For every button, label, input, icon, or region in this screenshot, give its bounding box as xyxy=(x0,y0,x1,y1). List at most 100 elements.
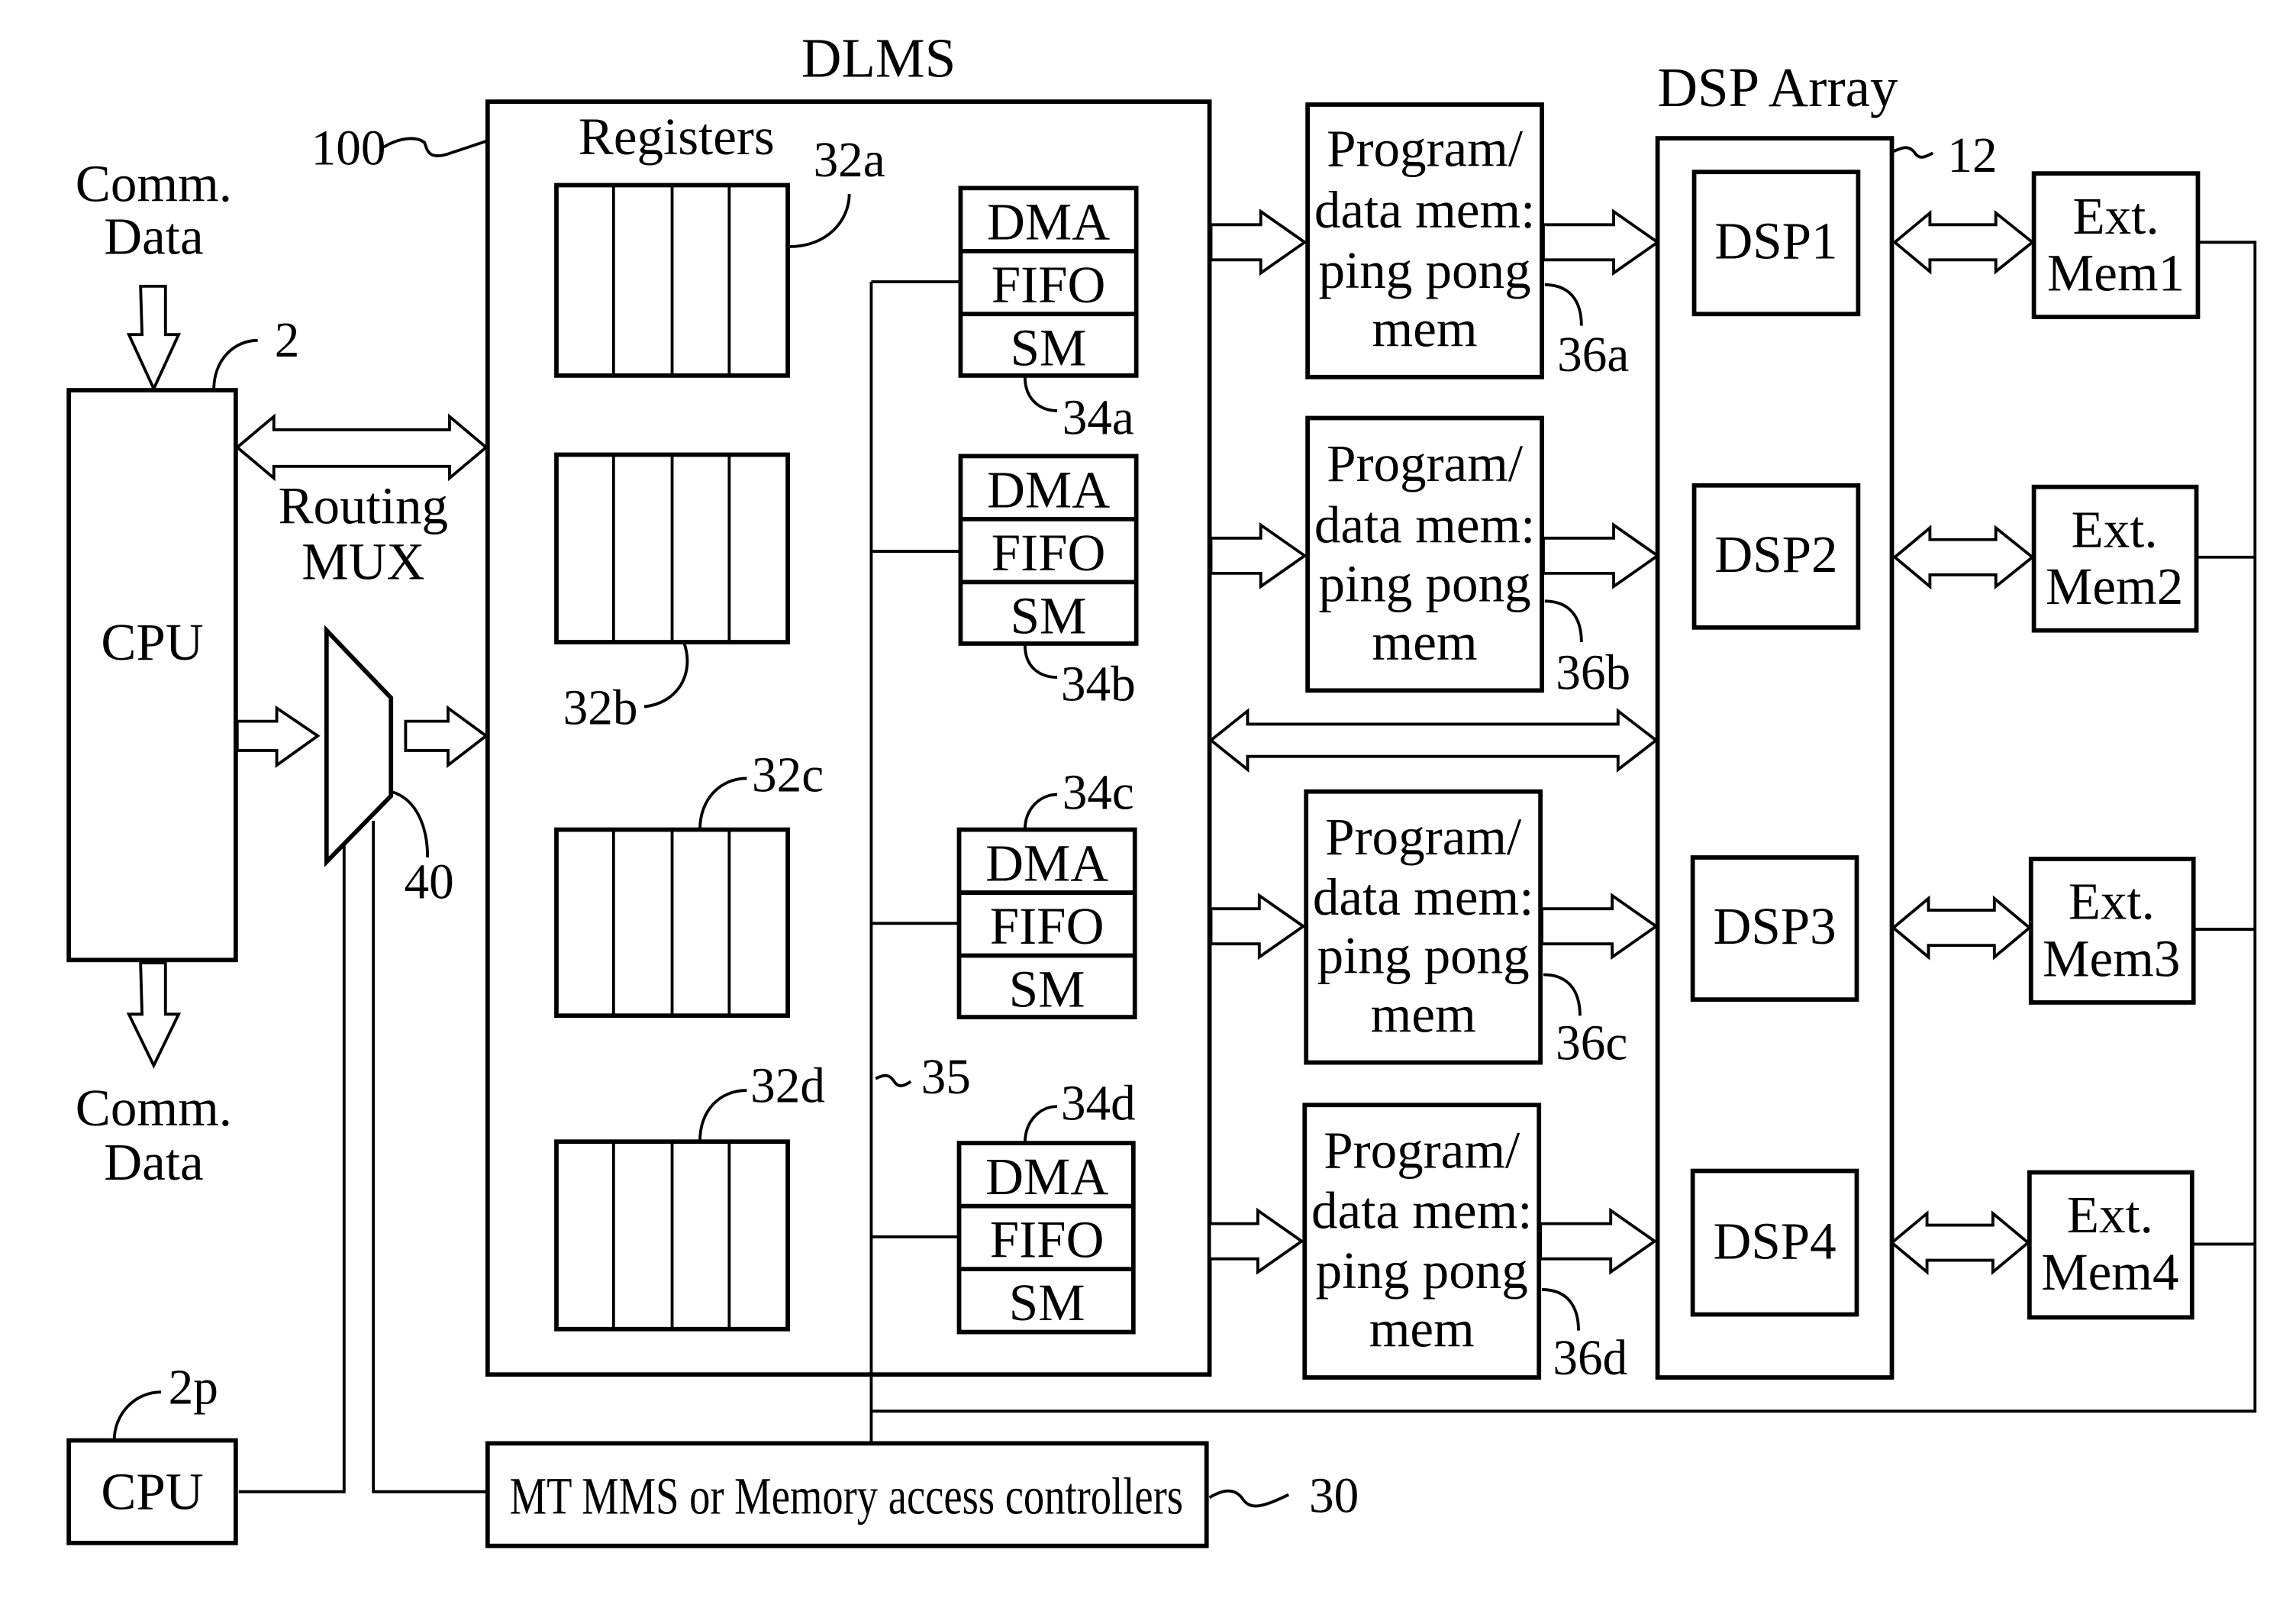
ext-mem-3-line-1: Ext. xyxy=(2069,872,2155,931)
ext-mem-1: Ext. Mem1 xyxy=(2031,171,2201,320)
comm-out-arrow xyxy=(126,961,182,1069)
dma-a-row-sm: SM xyxy=(1011,318,1087,376)
dma-34c-ref: 34c xyxy=(1063,766,1134,821)
dma-c-row-sm: SM xyxy=(1009,960,1085,1019)
ext-mem-1-line-2: Mem1 xyxy=(2047,244,2185,302)
pingpong-36b-leader xyxy=(1544,599,1583,643)
dma-34b-ref: 34b xyxy=(1061,657,1136,712)
dsp-array-ref-leader xyxy=(1892,146,1934,159)
cpu-main-ref-leader xyxy=(212,338,258,391)
pingpong-a-line-2: data mem: xyxy=(1314,180,1536,239)
dma-34d-ref: 34d xyxy=(1061,1076,1136,1131)
dlms-to-pingpong-c-arrow xyxy=(1209,893,1306,961)
cpu-main-box xyxy=(66,388,238,963)
dma-c-row-dma: DMA xyxy=(985,834,1108,893)
dsp-3-label: DSP3 xyxy=(1713,896,1836,955)
routing-mux-label-1: Routing xyxy=(278,476,448,535)
dlms-ref-leader xyxy=(382,137,487,158)
ext-mem-1-line-1: Ext. xyxy=(2072,186,2159,245)
dma-a-row-fifo: FIFO xyxy=(992,255,1106,314)
dma-b-row-dma: DMA xyxy=(987,460,1110,519)
controller-ref-leader xyxy=(1208,1489,1290,1508)
pingpong-c-line-4: mem xyxy=(1371,984,1476,1043)
cpu-p-ref-leader xyxy=(112,1390,162,1441)
pingpong-d-line-2: data mem: xyxy=(1311,1180,1533,1239)
comm-in-label-1: Comm. xyxy=(76,154,232,213)
dsp-array-ref: 12 xyxy=(1947,128,1997,183)
dlms-block-diagram: DLMS DSP Array Comm. Data CPU 2 Comm. Da… xyxy=(66,27,2257,1548)
pingpong-c-line-2: data mem: xyxy=(1313,867,1534,926)
routing-mux-label-2: MUX xyxy=(302,532,424,591)
pingpong-36c-ref: 36c xyxy=(1556,1016,1627,1071)
dlms-to-pingpong-a-arrow xyxy=(1209,208,1308,276)
mux-to-controller-line xyxy=(372,821,486,1493)
dsp1-extmem1-bidirectional-arrow xyxy=(1892,209,2035,275)
pingpong-36a-ref: 36a xyxy=(1557,328,1629,383)
ext-mem-4: Ext. Mem4 xyxy=(2027,1170,2194,1320)
dma-34a-ref: 34a xyxy=(1063,391,1134,446)
routing-mux-trapezoid xyxy=(324,625,394,867)
bus-ref: 35 xyxy=(921,1050,971,1105)
dsp-2-label: DSP2 xyxy=(1714,525,1837,583)
pingpong-b-line-3: ping pong xyxy=(1319,554,1531,612)
dma-d-row-sm: SM xyxy=(1009,1273,1085,1332)
dma-b-row-sm: SM xyxy=(1011,586,1087,645)
dsp-array-title: DSP Array xyxy=(1657,57,1898,118)
dsp-3: DSP3 xyxy=(1690,855,1859,1002)
comm-out-label-1: Comm. xyxy=(76,1078,232,1137)
dma-d-row-fifo: FIFO xyxy=(990,1210,1104,1269)
register-32a-ref: 32a xyxy=(814,133,885,188)
pingpong-b-to-dsp2-arrow xyxy=(1542,521,1660,589)
dma-c-row-fifo: FIFO xyxy=(990,896,1104,955)
ext-mem-4-line-2: Mem4 xyxy=(2041,1242,2178,1301)
dlms-to-pingpong-b-arrow xyxy=(1209,521,1308,589)
ext-mem-3: Ext. Mem3 xyxy=(2028,857,2196,1005)
mux-ref-leader xyxy=(390,789,430,858)
pingpong-mem-36a: Program/ data mem: ping pong mem xyxy=(1305,102,1544,379)
ext-mem-3-line-2: Mem3 xyxy=(2043,928,2180,987)
register-bank-32c xyxy=(554,827,790,1019)
register-32c-ref: 32c xyxy=(752,748,824,803)
register-bank-32b xyxy=(554,452,790,644)
register-32b-ref: 32b xyxy=(563,680,638,735)
ext-mem-2-line-1: Ext. xyxy=(2072,499,2158,558)
comm-out-label-2: Data xyxy=(104,1132,203,1191)
dma-unit-34a: DMA FIFO SM xyxy=(958,186,1139,378)
dlms-title: DLMS xyxy=(801,27,956,89)
pingpong-a-to-dsp1-arrow xyxy=(1542,208,1660,276)
pingpong-mem-36c: Program/ data mem: ping pong mem xyxy=(1304,789,1543,1065)
dma-unit-34d: DMA FIFO SM xyxy=(956,1141,1136,1335)
pingpong-d-line-1: Program/ xyxy=(1324,1121,1520,1180)
cpu-p-label: CPU xyxy=(101,1462,203,1521)
dsp-4: DSP4 xyxy=(1690,1168,1859,1317)
pingpong-mem-36d: Program/ data mem: ping pong mem xyxy=(1302,1103,1542,1380)
dma-unit-34b: DMA FIFO SM xyxy=(958,454,1139,646)
dma-unit-34c: DMA FIFO SM xyxy=(956,827,1137,1019)
dsp-1-label: DSP1 xyxy=(1714,211,1837,270)
cpu-main-ref: 2 xyxy=(275,313,300,368)
dsp2-extmem2-bidirectional-arrow xyxy=(1892,525,2035,590)
register-bank-32d xyxy=(554,1139,790,1332)
dlms-dsp-array-bidirectional-arrow xyxy=(1208,708,1659,773)
mux-ref: 40 xyxy=(404,855,453,910)
registers-title: Registers xyxy=(579,107,775,166)
comm-in-label-2: Data xyxy=(104,207,203,266)
pingpong-36b-ref: 36b xyxy=(1556,645,1630,700)
pingpong-a-line-3: ping pong xyxy=(1319,241,1531,299)
dma-d-row-dma: DMA xyxy=(985,1147,1108,1206)
pingpong-c-line-3: ping pong xyxy=(1317,926,1530,985)
pingpong-d-to-dsp4-arrow xyxy=(1539,1207,1658,1275)
dsp3-extmem3-bidirectional-arrow xyxy=(1891,895,2032,961)
pingpong-36d-ref: 36d xyxy=(1553,1331,1627,1386)
pingpong-b-line-1: Program/ xyxy=(1327,434,1524,492)
dsp-4-label: DSP4 xyxy=(1713,1212,1836,1271)
pingpong-a-line-1: Program/ xyxy=(1327,119,1524,178)
register-bank-32a xyxy=(554,182,790,378)
cpu-p-ref: 2p xyxy=(169,1361,218,1416)
cpu-main-label: CPU xyxy=(101,612,203,671)
dsp-2: DSP2 xyxy=(1691,483,1861,630)
mux-to-cpu2p-line xyxy=(238,842,346,1493)
pingpong-36a-leader xyxy=(1544,283,1583,326)
pingpong-d-line-3: ping pong xyxy=(1316,1241,1528,1300)
mux-to-dlms-arrow xyxy=(404,705,489,769)
